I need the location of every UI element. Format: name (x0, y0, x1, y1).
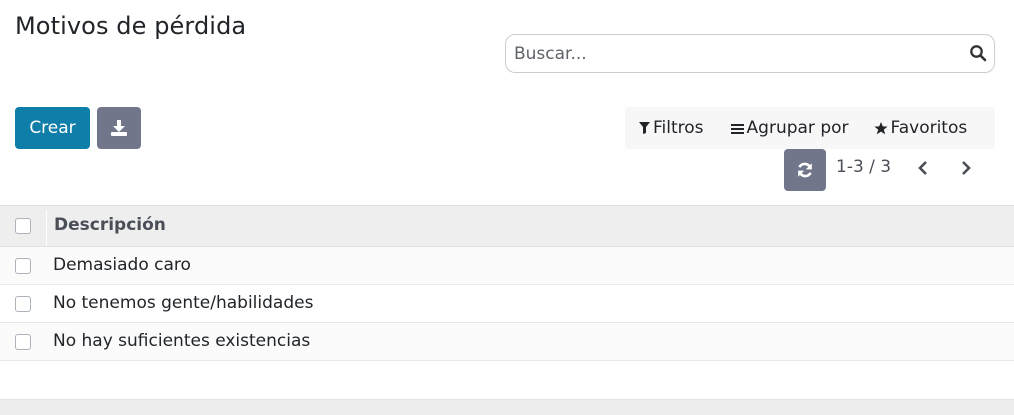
row-description[interactable]: Demasiado caro (53, 255, 191, 275)
chevron-right-icon (962, 161, 971, 175)
star-icon (873, 121, 888, 134)
search-input[interactable] (514, 43, 954, 65)
table-row[interactable]: No hay suficientes existencias (0, 323, 1014, 361)
funnel-icon (639, 122, 650, 134)
column-header-description[interactable]: Descripción (54, 215, 166, 235)
select-all-checkbox[interactable] (15, 218, 31, 234)
table-row[interactable]: Demasiado caro (0, 247, 1014, 285)
list-icon (730, 123, 744, 134)
row-checkbox[interactable] (15, 258, 31, 274)
refresh-icon (798, 162, 812, 178)
list-body: Demasiado caro No tenemos gente/habilida… (0, 247, 1014, 361)
column-separator (46, 210, 47, 246)
row-description[interactable]: No tenemos gente/habilidades (53, 293, 313, 313)
create-button[interactable]: Crear (15, 107, 90, 149)
group-by-toggle[interactable]: Agrupar por (730, 118, 849, 138)
pager-next-button[interactable] (956, 156, 976, 180)
filters-label: Filtros (653, 118, 704, 138)
pager-value[interactable]: 1-3 / 3 (836, 157, 891, 177)
list-footer (0, 399, 1014, 415)
chevron-left-icon (918, 161, 927, 175)
favorites-toggle[interactable]: Favoritos (873, 118, 968, 138)
group-by-label: Agrupar por (746, 118, 849, 138)
favorites-label: Favoritos (890, 118, 968, 138)
download-button[interactable] (97, 107, 141, 149)
table-row[interactable]: No tenemos gente/habilidades (0, 285, 1014, 323)
row-checkbox[interactable] (15, 334, 31, 350)
list-header: Descripción (0, 205, 1014, 247)
download-icon (111, 120, 127, 136)
pager-previous-button[interactable] (913, 156, 933, 180)
filters-toggle[interactable]: Filtros (639, 118, 704, 138)
refresh-button[interactable] (784, 149, 826, 191)
list-view: Descripción Demasiado caro No tenemos ge… (0, 205, 1014, 361)
row-description[interactable]: No hay suficientes existencias (53, 331, 310, 351)
search-icon[interactable] (969, 44, 987, 62)
search-panel-filters: Filtros Agrupar por Favoritos (625, 107, 995, 149)
row-checkbox[interactable] (15, 296, 31, 312)
page-title: Motivos de pérdida (15, 12, 247, 40)
search-box[interactable] (505, 34, 995, 73)
